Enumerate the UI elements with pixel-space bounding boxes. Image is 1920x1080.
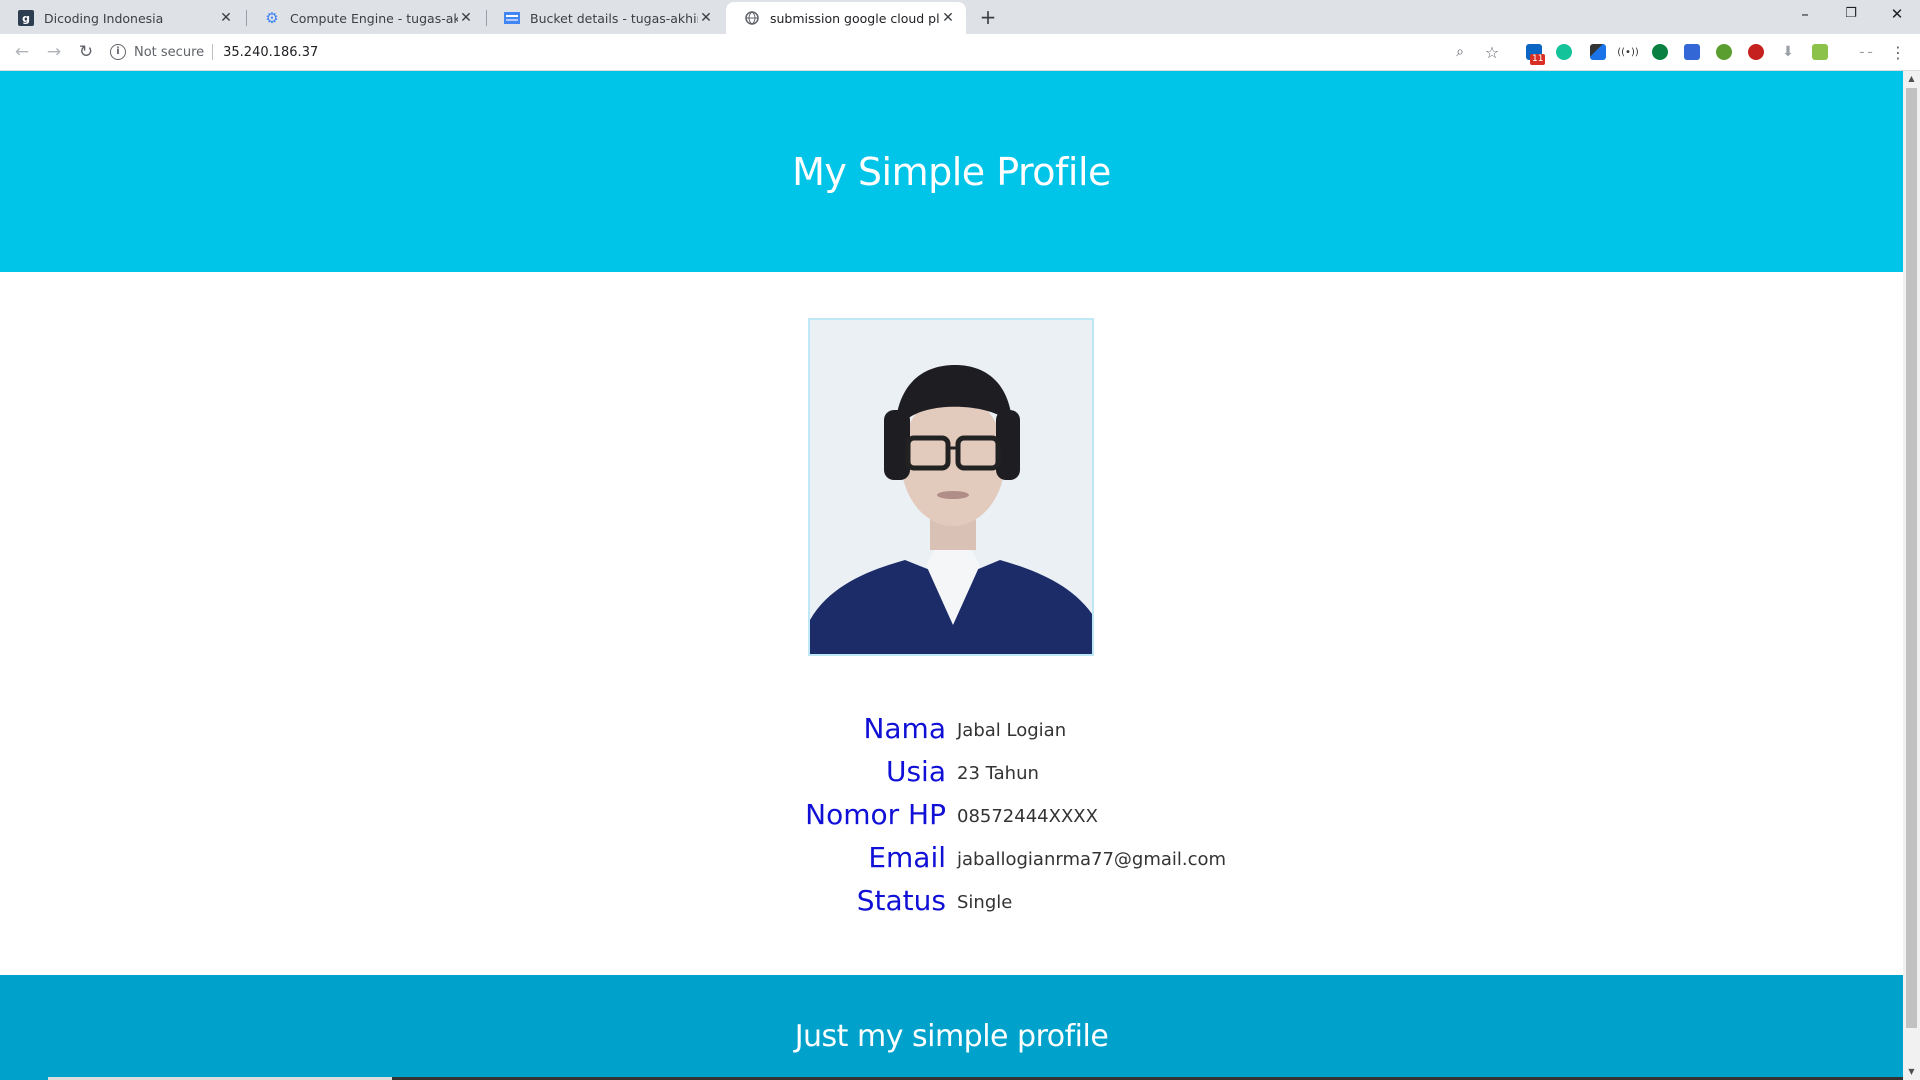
scroll-up-arrow[interactable]: ▲ [1903,71,1920,87]
inbox-extension-icon[interactable] [1812,44,1828,60]
profile-row-status: Status Single [0,884,1903,927]
profile-value: Jabal Logian [957,720,1067,741]
globe-icon [744,10,760,26]
profile-value: 23 Tahun [957,763,1039,784]
profile-label: Nomor HP [805,798,946,831]
profile-label: Status [856,884,946,917]
page-title: My Simple Profile [792,149,1111,194]
minimize-button[interactable]: – [1782,0,1828,30]
green-extension-icon[interactable] [1716,44,1732,60]
profile-label: Nama [863,712,946,745]
menu-icon[interactable]: ⋮ [1888,42,1908,62]
tab-dicoding[interactable]: g Dicoding Indonesia ✕ [0,2,244,34]
profile-value: 08572444XXXX [957,806,1098,827]
restore-button[interactable]: ❐ [1828,0,1874,30]
close-icon[interactable]: ✕ [698,10,714,26]
scroll-down-arrow[interactable]: ▼ [1903,1064,1920,1080]
profile-row-nama: Nama Jabal Logian [0,712,1903,755]
tab-strip: g Dicoding Indonesia ✕ ⚙ Compute Engine … [0,0,1920,34]
profile-value: Single [957,892,1013,913]
profile-photo [808,318,1094,656]
tab-submission[interactable]: submission google cloud platform ✕ [726,2,966,34]
wordpress-extension-icon[interactable] [1652,44,1668,60]
close-icon[interactable]: ✕ [458,10,474,26]
profile-label: Email [868,841,946,874]
tab-title: Dicoding Indonesia [44,10,164,26]
zoom-icon[interactable]: ⌕ [1450,42,1470,62]
blue-extension-icon[interactable] [1684,44,1700,60]
compute-engine-icon: ⚙ [265,9,279,27]
profile-row-nomor-hp: Nomor HP 08572444XXXX [0,798,1903,841]
tab-title: submission google cloud platform [770,10,940,26]
omnibox-divider [212,44,214,60]
extension-badge: 11 [1530,54,1546,65]
red-extension-icon[interactable] [1748,44,1764,60]
reload-button[interactable]: ↻ [74,40,98,64]
tab-title: Compute Engine - tugas-akhir - ( [290,10,458,26]
page-header: My Simple Profile [0,71,1903,272]
back-button[interactable]: ← [10,40,34,64]
footer-text: Just my simple profile [794,1019,1109,1054]
tab-bucket-details[interactable]: Bucket details - tugas-akhir - Goo ✕ [486,2,724,34]
dicoding-icon: g [18,10,34,26]
pen-extension-icon[interactable] [1590,44,1606,60]
bookmark-star-icon[interactable]: ☆ [1482,42,1502,62]
profile-row-email: Email jaballogianrma77@gmail.com [0,841,1903,884]
close-window-button[interactable]: ✕ [1874,0,1920,30]
security-label: Not secure [134,44,205,60]
profile-value: jaballogianrma77@gmail.com [957,849,1227,870]
close-icon[interactable]: ✕ [940,10,956,26]
profile-label: Usia [885,755,946,788]
tab-title: Bucket details - tugas-akhir - Goo [530,10,698,26]
cloud-storage-icon [504,10,520,26]
scrollbar-thumb[interactable] [1906,88,1917,1028]
grammarly-extension-icon[interactable] [1556,44,1572,60]
download-extension-icon[interactable]: ⬇ [1778,42,1798,62]
more-extensions-icon[interactable]: – – [1856,42,1876,62]
forward-button[interactable]: → [42,40,66,64]
url-text[interactable]: 35.240.186.37 [223,45,318,60]
profile-row-usia: Usia 23 Tahun [0,755,1903,798]
tab-compute-engine[interactable]: ⚙ Compute Engine - tugas-akhir - ( ✕ [246,2,484,34]
page-footer: Just my simple profile [0,975,1903,1080]
info-icon[interactable]: i [110,44,126,60]
address-bar[interactable]: i Not secure 35.240.186.37 [110,38,1510,66]
browser-toolbar: ← → ↻ i Not secure 35.240.186.37 ⌕ ☆ 11 … [0,34,1920,71]
close-icon[interactable]: ✕ [218,10,234,26]
new-tab-button[interactable]: + [976,6,1000,30]
broadcast-extension-icon[interactable]: ((•)) [1617,42,1639,62]
